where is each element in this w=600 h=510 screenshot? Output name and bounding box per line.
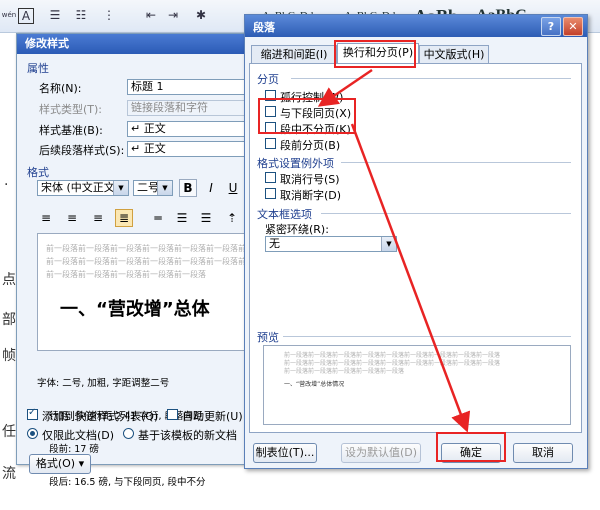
annotation-arrows: [317, 68, 471, 433]
arrow-options-to-ok: [350, 123, 471, 433]
arrow-tab-to-options: [317, 68, 373, 107]
